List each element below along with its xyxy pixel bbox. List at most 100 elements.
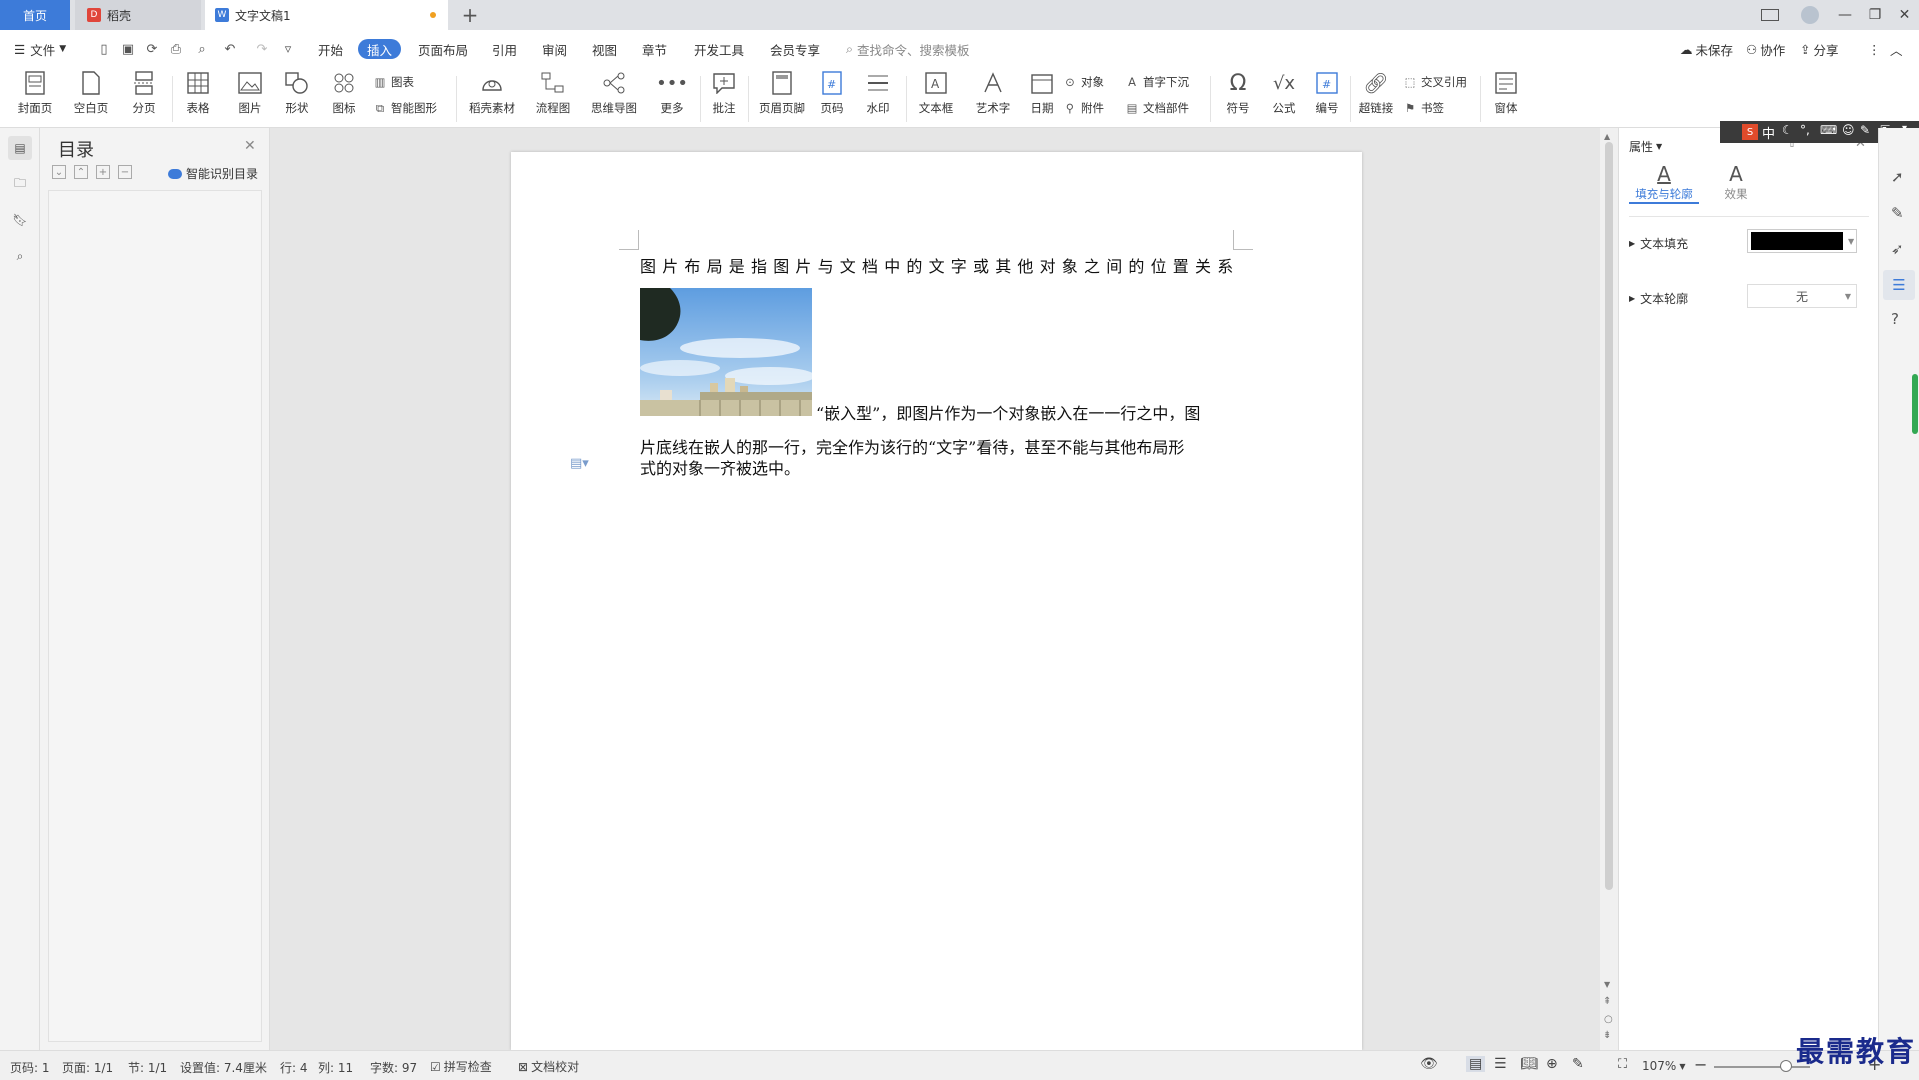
header-footer-button[interactable]: 页眉页脚 [754, 70, 810, 116]
command-search[interactable]: ⌕ 查找命令、搜索模板 [846, 39, 970, 59]
ime-mode-zh[interactable]: 中 [1762, 123, 1775, 142]
remove-level-icon[interactable]: − [118, 165, 132, 179]
menu-developer[interactable]: 开发工具 [694, 39, 744, 59]
collapse-ribbon-icon[interactable]: ︿ [1890, 39, 1903, 59]
picture-button[interactable]: 图片 [230, 70, 270, 116]
moon-icon[interactable]: ☾ [1782, 123, 1793, 137]
tab-document[interactable]: W 文字文稿1 [205, 0, 448, 30]
customize-toolbar-icon[interactable]: ▿ [280, 41, 296, 57]
fit-page-icon[interactable]: ⛶ [1618, 1057, 1627, 1072]
write-view-icon[interactable]: ✎ [1572, 1056, 1584, 1072]
doc-paragraph-line-4[interactable]: 式的对象一齐被选中。 [640, 455, 800, 479]
bookmark-panel-icon[interactable]: 🔖︎ [8, 208, 32, 232]
document-page[interactable]: 图片布局是指图片与文档中的文字或其他对象之间的位置关系 “嵌入型”，即图片作为一… [511, 152, 1362, 1050]
outline-view-icon[interactable]: ☰ [1494, 1056, 1507, 1072]
window-layout-button[interactable] [1750, 0, 1790, 30]
sogou-logo-icon[interactable]: S [1742, 124, 1758, 140]
menu-references[interactable]: 引用 [492, 39, 517, 59]
add-level-icon[interactable]: + [96, 165, 110, 179]
dropcap-button[interactable]: A 首字下沉 [1124, 72, 1189, 92]
menu-start[interactable]: 开始 [318, 39, 343, 59]
more-button[interactable]: ••• 更多 [652, 70, 692, 116]
status-col[interactable]: 列: 11 [318, 1059, 353, 1076]
punctuation-icon[interactable]: °, [1800, 123, 1810, 137]
zoom-select[interactable]: 107% ▼ [1642, 1059, 1685, 1073]
help-icon[interactable]: ? [1891, 310, 1899, 328]
page-view-icon[interactable]: ▤ [1466, 1056, 1486, 1072]
undo-icon[interactable]: ↶ [222, 41, 238, 57]
flowchart-button[interactable]: 流程图 [530, 70, 576, 116]
attachment-button[interactable]: ⚲ 附件 [1062, 98, 1104, 118]
crossref-button[interactable]: ⬚ 交叉引用 [1402, 72, 1467, 92]
watermark-button[interactable]: 水印 [858, 70, 898, 116]
shape-button[interactable]: 形状 [276, 70, 318, 116]
properties-title[interactable]: 属性 ▼ [1629, 138, 1662, 155]
wordart-button[interactable]: 艺术字 [968, 70, 1018, 116]
select-cursor-icon[interactable]: ➶ [1891, 240, 1904, 258]
object-button[interactable]: ⊙ 对象 [1062, 72, 1104, 92]
menu-review[interactable]: 审阅 [542, 39, 567, 59]
textbox-button[interactable]: A 文本框 [912, 70, 960, 116]
bookmark-button[interactable]: ⚑ 书签 [1402, 98, 1444, 118]
toc-close-icon[interactable]: ✕ [244, 138, 256, 154]
menu-chapter[interactable]: 章节 [642, 39, 667, 59]
menu-view[interactable]: 视图 [592, 39, 617, 59]
more-options-icon[interactable]: ⋮ [1868, 39, 1881, 59]
page-break-button[interactable]: 分页 [124, 70, 164, 116]
scroll-thumb[interactable] [1605, 142, 1613, 890]
numbering-button[interactable]: # 编号 [1310, 70, 1344, 116]
pen-icon[interactable]: ✎ [1891, 204, 1904, 222]
smart-toc-button[interactable]: 智能识别目录 [168, 165, 258, 182]
tab-daoke[interactable]: D 稻壳 [75, 0, 201, 30]
print-icon[interactable]: ⎙ [168, 41, 184, 57]
settings-sliders-icon[interactable]: ☰ [1883, 270, 1915, 300]
doc-paragraph-line-2[interactable]: “嵌入型”，即图片作为一个对象嵌入在一一行之中，图 [816, 400, 1200, 424]
hyperlink-button[interactable]: 🔗︎ 超链接 [1356, 70, 1396, 116]
date-button[interactable]: 日期 [1026, 70, 1058, 116]
symbol-button[interactable]: Ω 符号 [1218, 70, 1258, 116]
redo-icon[interactable]: ↷ [254, 41, 270, 57]
zoom-slider-thumb[interactable] [1780, 1060, 1792, 1072]
rocket-icon[interactable]: ➚ [1891, 168, 1904, 186]
page-number-button[interactable]: # 页码 [814, 70, 850, 116]
new-doc-icon[interactable]: ▯ [96, 41, 112, 57]
new-tab-button[interactable]: + [455, 0, 485, 30]
avatar[interactable] [1790, 0, 1830, 30]
keyboard-icon[interactable]: ⌨ [1820, 123, 1837, 137]
menu-member[interactable]: 会员专享 [770, 39, 820, 59]
collaborate-button[interactable]: ⚇ 协作 [1746, 39, 1785, 59]
mindmap-button[interactable]: 思维导图 [586, 70, 642, 116]
restore-button[interactable]: ❐ [1860, 0, 1890, 30]
paragraph-marker-icon[interactable]: ▤▾ [570, 456, 589, 471]
blank-page-button[interactable]: 空白页 [68, 70, 114, 116]
toc-view-icon[interactable]: ▤ [8, 136, 32, 160]
next-page-icon[interactable]: ⇟ [1603, 1030, 1611, 1041]
vertical-scrollbar[interactable]: ▲ ▼ ⇞ ○ ⇟ [1600, 128, 1618, 1050]
tab-home[interactable]: 首页 [0, 0, 70, 30]
text-outline-row[interactable]: ▶ 文本轮廓 [1629, 290, 1688, 307]
file-menu[interactable]: ☰ 文件 ▼ [14, 39, 66, 59]
eye-protect-icon[interactable]: 👁︎ [1420, 1056, 1438, 1072]
status-setting[interactable]: 设置值: 7.4厘米 [180, 1059, 267, 1076]
text-fill-color-picker[interactable]: ▼ [1747, 229, 1857, 253]
doc-proof-button[interactable]: ⊠ 文档校对 [518, 1058, 579, 1075]
icon-library-button[interactable]: 图标 [324, 70, 364, 116]
cover-page-button[interactable]: 封面页 [12, 70, 58, 116]
save-icon[interactable]: ▣ [120, 41, 136, 57]
status-page[interactable]: 页码: 1 [10, 1059, 50, 1076]
status-row[interactable]: 行: 4 [280, 1059, 308, 1076]
collapse-all-icon[interactable]: ⌃ [74, 165, 88, 179]
daoke-material-button[interactable]: 稻壳素材 [464, 70, 520, 116]
expand-all-icon[interactable]: ⌄ [52, 165, 66, 179]
doc-parts-button[interactable]: ▤ 文档部件 [1124, 98, 1189, 118]
tab-effect[interactable]: A 效果 [1711, 162, 1761, 204]
ime-user-icon[interactable]: ☺ [1842, 123, 1855, 137]
tab-fill-outline[interactable]: A 填充与轮廓 [1629, 162, 1699, 204]
format-painter-icon[interactable]: ⟳ [144, 41, 160, 57]
find-icon[interactable]: ⌕ [8, 244, 32, 268]
scroll-up-icon[interactable]: ▲ [1604, 132, 1610, 141]
spell-check-button[interactable]: ☑ 拼写检查 [430, 1058, 492, 1075]
select-browse-icon[interactable]: ○ [1604, 1014, 1613, 1025]
share-button[interactable]: ⇪ 分享 [1800, 39, 1839, 59]
reading-view-icon[interactable]: 📖︎ [1520, 1056, 1538, 1072]
